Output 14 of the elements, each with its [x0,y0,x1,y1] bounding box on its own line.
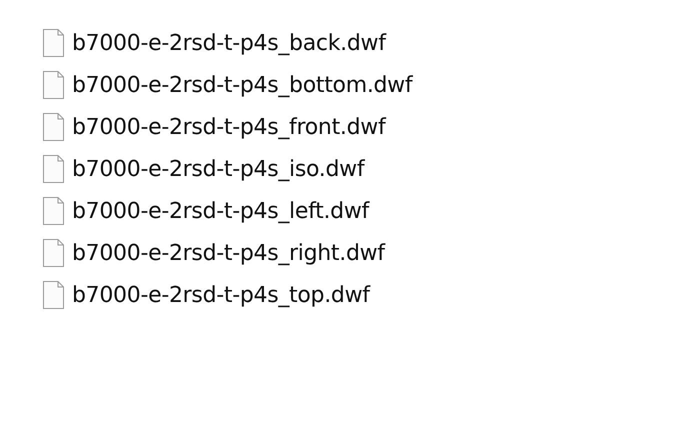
file-name[interactable]: b7000-e-2rsd-t-p4s_bottom.dwf [72,68,412,102]
file-name[interactable]: b7000-e-2rsd-t-p4s_left.dwf [72,194,369,228]
file-icon [43,71,64,99]
file-icon [43,155,64,183]
file-name[interactable]: b7000-e-2rsd-t-p4s_right.dwf [72,236,385,270]
file-icon [43,113,64,141]
file-name[interactable]: b7000-e-2rsd-t-p4s_back.dwf [72,26,386,60]
file-icon [43,281,64,309]
file-name[interactable]: b7000-e-2rsd-t-p4s_top.dwf [72,278,370,312]
file-icon [43,197,64,225]
file-icon [43,29,64,57]
file-icon [43,239,64,267]
file-name[interactable]: b7000-e-2rsd-t-p4s_iso.dwf [72,152,364,186]
file-name[interactable]: b7000-e-2rsd-t-p4s_front.dwf [72,110,386,144]
